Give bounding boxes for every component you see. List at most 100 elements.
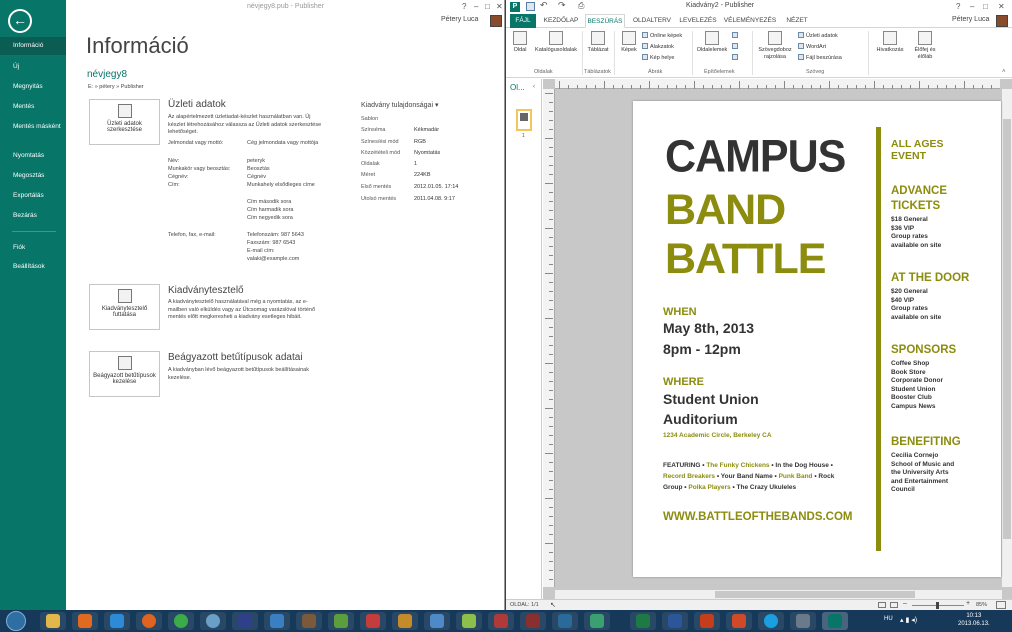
- where-place-line1[interactable]: Student Union: [663, 391, 759, 407]
- excel-icon[interactable]: [630, 612, 656, 630]
- tab-review[interactable]: VÉLEMÉNYEZÉS: [722, 14, 778, 28]
- app-icon[interactable]: [520, 612, 546, 630]
- user-name[interactable]: Pétery Luca: [441, 16, 478, 23]
- two-page-view-icon[interactable]: [890, 602, 898, 608]
- start-button[interactable]: [6, 611, 26, 631]
- skype-icon[interactable]: [758, 612, 784, 630]
- zoom-slider-thumb[interactable]: [936, 602, 939, 609]
- benefiting-heading[interactable]: BENEFITING: [891, 436, 961, 448]
- nav-item-save[interactable]: Mentés: [0, 98, 66, 116]
- minimize-icon[interactable]: –: [474, 2, 478, 11]
- tab-insert[interactable]: BESZÚRÁS: [585, 14, 625, 28]
- publication-page[interactable]: CAMPUS BAND BATTLE WHEN May 8th, 2013 8p…: [633, 101, 1001, 577]
- maximize-icon[interactable]: □: [983, 2, 988, 11]
- zoom-out-icon[interactable]: –: [903, 600, 907, 607]
- all-ages-heading[interactable]: ALL AGES EVENT: [891, 138, 944, 162]
- vertical-scrollbar[interactable]: [1002, 89, 1012, 587]
- explorer-icon[interactable]: [40, 612, 66, 630]
- horizontal-scrollbar[interactable]: [555, 590, 1002, 599]
- sponsors-list[interactable]: Coffee Shop Book Store Corporate Donor S…: [891, 360, 943, 411]
- catalog-pages-button[interactable]: Katalógusoldalak: [532, 31, 580, 54]
- breadcrumb[interactable]: E: » pétery » Publisher: [88, 84, 144, 90]
- insert-file-button[interactable]: Fájl beszúrása: [798, 54, 842, 61]
- property-value[interactable]: Nyomtatás: [414, 150, 440, 156]
- sponsors-heading[interactable]: SPONSORS: [891, 344, 956, 356]
- nav-item-open[interactable]: Megnyitás: [0, 78, 66, 96]
- property-value[interactable]: Kékmadár: [414, 127, 439, 133]
- help-icon[interactable]: ?: [462, 2, 466, 11]
- avatar[interactable]: [996, 15, 1008, 27]
- app-icon[interactable]: [360, 612, 386, 630]
- tab-view[interactable]: NÉZET: [782, 14, 812, 28]
- draw-textbox-button[interactable]: Szövegdoboz rajzolása: [756, 31, 794, 60]
- when-label[interactable]: WHEN: [663, 306, 697, 318]
- advertisements-button[interactable]: [732, 54, 740, 61]
- app-icon[interactable]: [552, 612, 578, 630]
- app-icon[interactable]: [456, 612, 482, 630]
- user-name[interactable]: Pétery Luca: [952, 16, 989, 23]
- back-arrow-icon[interactable]: ←: [8, 9, 32, 33]
- nav-item-export[interactable]: Exportálás: [0, 187, 66, 205]
- website-url[interactable]: WWW.BATTLEOFTHEBANDS.COM: [663, 511, 853, 523]
- internet-explorer-icon[interactable]: [104, 612, 130, 630]
- benefiting-list[interactable]: Cecilia Cornejo School of Music and the …: [891, 452, 954, 495]
- help-icon[interactable]: ?: [956, 2, 960, 11]
- save-icon[interactable]: [526, 2, 535, 11]
- borders-button[interactable]: [732, 43, 740, 50]
- tab-file[interactable]: FÁJL: [510, 14, 536, 28]
- close-icon[interactable]: ✕: [496, 2, 503, 11]
- nav-item-account[interactable]: Fiók: [0, 239, 66, 257]
- poster-title-band[interactable]: BAND: [665, 186, 786, 235]
- app-icon[interactable]: [584, 612, 610, 630]
- property-value[interactable]: 1: [414, 161, 417, 167]
- pictures-button[interactable]: Képek: [618, 31, 640, 54]
- nav-item-close[interactable]: Bezárás: [0, 207, 66, 225]
- where-place-line2[interactable]: Auditorium: [663, 411, 738, 427]
- word-icon[interactable]: [662, 612, 688, 630]
- app-icon[interactable]: [488, 612, 514, 630]
- picture-placeholder-button[interactable]: Kép helye: [642, 54, 674, 61]
- redo-icon[interactable]: ↷: [558, 0, 566, 11]
- when-time[interactable]: 8pm - 12pm: [663, 341, 741, 357]
- advance-details[interactable]: $18 General $36 VIP Group rates availabl…: [891, 216, 941, 250]
- poster-title-battle[interactable]: BATTLE: [665, 235, 826, 284]
- app-icon[interactable]: [726, 612, 752, 630]
- powerpoint-icon[interactable]: [694, 612, 720, 630]
- nav-item-info[interactable]: Információ: [0, 37, 66, 55]
- tab-home[interactable]: KEZDŐLAP: [540, 14, 582, 28]
- chrome-icon[interactable]: [168, 612, 194, 630]
- properties-title[interactable]: Kiadvány tulajdonságai ▾: [361, 101, 438, 109]
- app-icon[interactable]: [232, 612, 258, 630]
- app-icon[interactable]: [392, 612, 418, 630]
- property-value[interactable]: 2012.01.05. 17:14: [414, 184, 458, 190]
- advance-heading[interactable]: ADVANCE TICKETS: [891, 184, 947, 214]
- page-thumbnail[interactable]: [516, 109, 532, 131]
- nav-item-save-as[interactable]: Mentés másként: [0, 119, 66, 143]
- manage-fonts-button[interactable]: Beágyazott betűtípusok kezelése: [89, 351, 160, 397]
- page-button[interactable]: Oldal: [510, 31, 530, 54]
- minimize-icon[interactable]: –: [970, 2, 974, 11]
- business-info-button[interactable]: Üzleti adatok: [798, 32, 838, 39]
- vertical-scroll-thumb[interactable]: [1003, 119, 1011, 539]
- property-value[interactable]: RGB: [414, 139, 426, 145]
- nav-item-options[interactable]: Beállítások: [0, 258, 66, 276]
- app-icon[interactable]: [790, 612, 816, 630]
- publisher-taskbar-icon[interactable]: [822, 612, 848, 630]
- page-parts-button[interactable]: Oldalelemek: [696, 31, 728, 54]
- tab-page-design[interactable]: OLDALTERV: [630, 14, 674, 28]
- edit-business-info-button[interactable]: Üzleti adatok szerkesztése: [89, 99, 160, 145]
- collapse-pane-icon[interactable]: ‹: [533, 84, 535, 90]
- where-address[interactable]: 1234 Academic Circle, Berkeley CA: [663, 432, 772, 439]
- nav-item-share[interactable]: Megosztás: [0, 167, 66, 185]
- where-label[interactable]: WHERE: [663, 376, 704, 388]
- avatar[interactable]: [490, 15, 502, 27]
- online-pictures-button[interactable]: Online képek: [642, 32, 682, 39]
- nav-item-print[interactable]: Nyomtatás: [0, 147, 66, 165]
- zoom-in-icon[interactable]: +: [966, 600, 970, 607]
- globe-icon[interactable]: [200, 612, 226, 630]
- zoom-level[interactable]: 85%: [976, 602, 987, 608]
- property-value[interactable]: 2011.04.08. 9:17: [414, 196, 455, 202]
- clock[interactable]: 10:13 2013.06.13.: [958, 612, 990, 628]
- print-icon[interactable]: ⎙: [578, 1, 584, 11]
- table-button[interactable]: Táblázat: [586, 31, 610, 54]
